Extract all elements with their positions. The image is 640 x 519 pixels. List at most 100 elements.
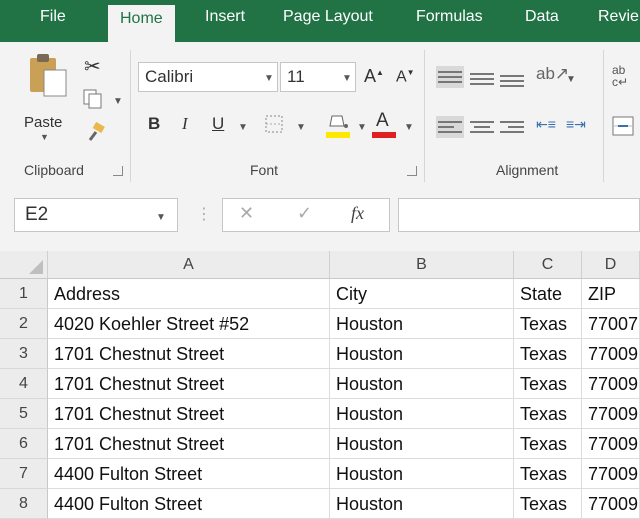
fill-color-dropdown-icon[interactable]: ▼: [357, 122, 367, 133]
cell-c1[interactable]: State: [514, 279, 582, 309]
row-header-2[interactable]: 2: [0, 309, 48, 339]
cell-b4[interactable]: Houston: [330, 369, 514, 399]
top-align-icon[interactable]: [436, 66, 464, 88]
column-header-d[interactable]: D: [582, 251, 640, 279]
select-all-corner[interactable]: [0, 251, 48, 279]
tab-insert[interactable]: Insert: [205, 8, 245, 26]
formula-input[interactable]: [398, 198, 640, 232]
tab-data[interactable]: Data: [525, 8, 559, 26]
row-header-5[interactable]: 5: [0, 399, 48, 429]
cell-b1[interactable]: City: [330, 279, 514, 309]
column-header-a[interactable]: A: [48, 251, 330, 279]
cell-a4[interactable]: 1701 Chestnut Street: [48, 369, 330, 399]
font-color-button[interactable]: A: [372, 108, 396, 140]
group-divider: [603, 50, 604, 182]
cell-a1[interactable]: Address: [48, 279, 330, 309]
row-header-4[interactable]: 4: [0, 369, 48, 399]
cell-d8[interactable]: 77009: [582, 489, 640, 519]
font-color-icon: A: [376, 110, 389, 131]
cell-a6[interactable]: 1701 Chestnut Street: [48, 429, 330, 459]
spreadsheet-grid: A B C D 1 Address City State ZIP 2 4020 Koehle…: [0, 251, 640, 519]
cell-d1[interactable]: ZIP: [582, 279, 640, 309]
font-name-select[interactable]: Calibri: [138, 62, 278, 92]
cell-a7[interactable]: 4400 Fulton Street: [48, 459, 330, 489]
cell-c3[interactable]: Texas: [514, 339, 582, 369]
cell-b6[interactable]: Houston: [330, 429, 514, 459]
cell-b7[interactable]: Houston: [330, 459, 514, 489]
bottom-align-icon[interactable]: [500, 72, 524, 90]
italic-button[interactable]: I: [182, 114, 188, 134]
cell-a8[interactable]: 4400 Fulton Street: [48, 489, 330, 519]
formula-bar-grip-icon: ⋮: [196, 206, 212, 223]
ribbon: Paste ▼ ✂ ▼ Clipboard Calibri ▼ 11 ▼ A▲ …: [0, 42, 640, 188]
format-painter-icon[interactable]: [86, 122, 106, 142]
row-header-3[interactable]: 3: [0, 339, 48, 369]
copy-icon[interactable]: [82, 88, 104, 110]
tab-home[interactable]: Home: [108, 5, 175, 42]
clipboard-launcher-icon[interactable]: [113, 166, 123, 176]
bold-button[interactable]: B: [148, 114, 160, 134]
name-box-dropdown-icon[interactable]: ▼: [156, 212, 166, 223]
center-align-icon[interactable]: [470, 118, 494, 136]
cell-d7[interactable]: 77009: [582, 459, 640, 489]
cell-c6[interactable]: Texas: [514, 429, 582, 459]
name-box[interactable]: E2: [14, 198, 178, 232]
fill-color-button[interactable]: [326, 112, 352, 140]
font-name-dropdown-icon[interactable]: ▼: [264, 73, 274, 84]
decrease-indent-icon[interactable]: ⇤≡: [536, 116, 556, 133]
borders-icon[interactable]: [264, 114, 284, 134]
merge-icon[interactable]: [612, 116, 634, 136]
tab-formulas[interactable]: Formulas: [416, 8, 483, 26]
copy-dropdown-icon[interactable]: ▼: [113, 96, 123, 107]
cell-d4[interactable]: 77009: [582, 369, 640, 399]
increase-font-icon[interactable]: A▲: [364, 66, 384, 87]
tab-review[interactable]: Revie: [598, 8, 639, 26]
underline-button[interactable]: U: [212, 114, 224, 134]
cell-b3[interactable]: Houston: [330, 339, 514, 369]
cell-d3[interactable]: 77009: [582, 339, 640, 369]
cell-d2[interactable]: 77007: [582, 309, 640, 339]
wrap-text-icon[interactable]: ab c↵: [612, 64, 628, 88]
row-header-6[interactable]: 6: [0, 429, 48, 459]
cell-d6[interactable]: 77009: [582, 429, 640, 459]
tab-file[interactable]: File: [40, 8, 66, 26]
column-header-c[interactable]: C: [514, 251, 582, 279]
cell-b5[interactable]: Houston: [330, 399, 514, 429]
orientation-dropdown-icon[interactable]: ▼: [566, 74, 576, 85]
left-align-icon[interactable]: [436, 116, 464, 138]
paste-label: Paste: [24, 114, 63, 131]
cell-d5[interactable]: 77009: [582, 399, 640, 429]
row-header-8[interactable]: 8: [0, 489, 48, 519]
underline-dropdown-icon[interactable]: ▼: [238, 122, 248, 133]
borders-dropdown-icon[interactable]: ▼: [296, 122, 306, 133]
cell-a3[interactable]: 1701 Chestnut Street: [48, 339, 330, 369]
cell-c8[interactable]: Texas: [514, 489, 582, 519]
cell-a2[interactable]: 4020 Koehler Street #52: [48, 309, 330, 339]
clipboard-group-label: Clipboard: [24, 162, 84, 178]
font-size-dropdown-icon[interactable]: ▼: [342, 73, 352, 84]
cut-icon[interactable]: ✂: [84, 54, 101, 79]
paste-button[interactable]: Paste ▼: [22, 48, 78, 144]
cell-c2[interactable]: Texas: [514, 309, 582, 339]
decrease-font-icon[interactable]: A▼: [396, 68, 415, 86]
cell-c4[interactable]: Texas: [514, 369, 582, 399]
tab-page-layout[interactable]: Page Layout: [283, 8, 373, 26]
cell-b8[interactable]: Houston: [330, 489, 514, 519]
font-launcher-icon[interactable]: [407, 166, 417, 176]
middle-align-icon[interactable]: [470, 70, 494, 88]
column-header-b[interactable]: B: [330, 251, 514, 279]
row-header-1[interactable]: 1: [0, 279, 48, 309]
row-header-7[interactable]: 7: [0, 459, 48, 489]
insert-function-button[interactable]: fx: [351, 203, 364, 224]
font-color-dropdown-icon[interactable]: ▼: [404, 122, 414, 133]
ribbon-tab-bar: File Home Insert Page Layout Formulas Da…: [0, 0, 640, 42]
orientation-icon[interactable]: ab↗: [536, 64, 569, 84]
enter-formula-button[interactable]: ✓: [297, 203, 312, 224]
right-align-icon[interactable]: [500, 118, 524, 136]
cancel-formula-button[interactable]: ✕: [239, 203, 254, 224]
cell-c5[interactable]: Texas: [514, 399, 582, 429]
increase-indent-icon[interactable]: ≡⇥: [566, 116, 586, 133]
cell-a5[interactable]: 1701 Chestnut Street: [48, 399, 330, 429]
cell-c7[interactable]: Texas: [514, 459, 582, 489]
cell-b2[interactable]: Houston: [330, 309, 514, 339]
